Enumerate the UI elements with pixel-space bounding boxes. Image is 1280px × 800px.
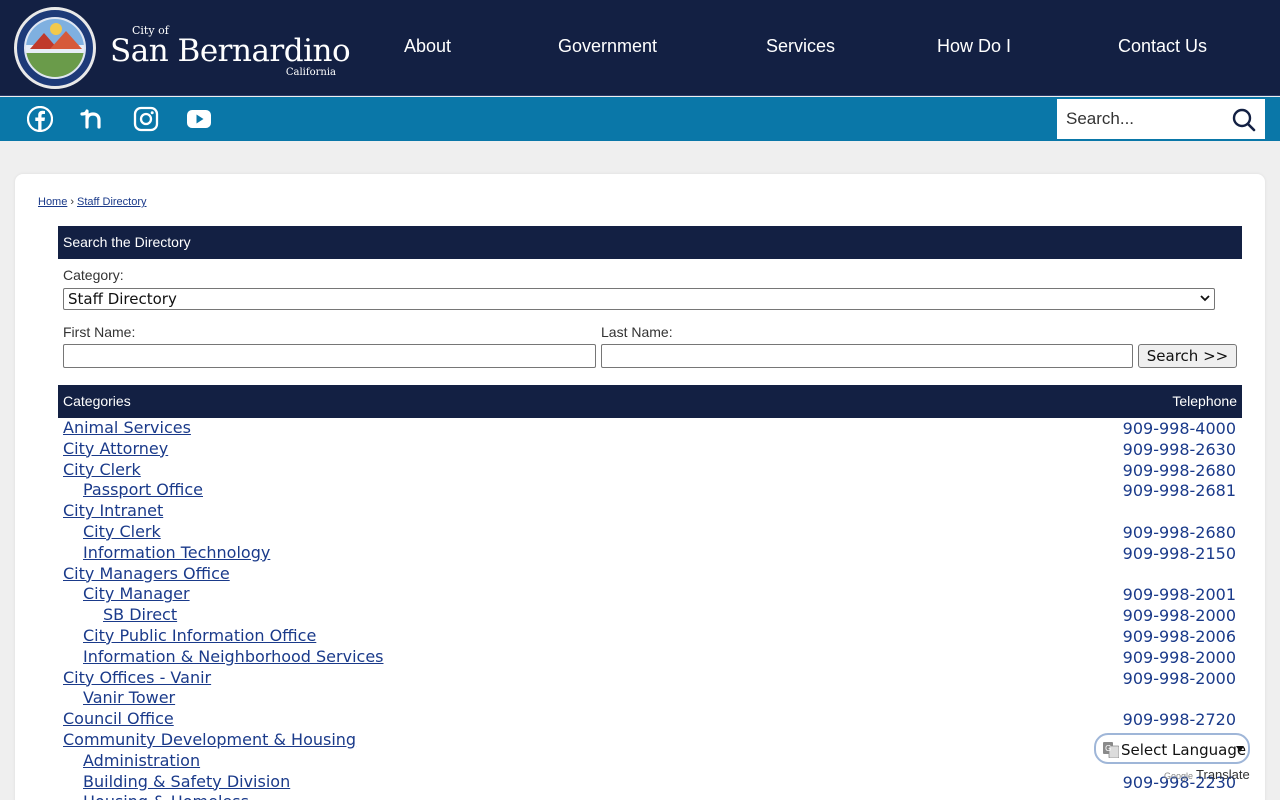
directory-row: Community Development & Housing bbox=[63, 730, 1238, 751]
last-name-label: Last Name: bbox=[601, 324, 673, 340]
breadcrumb-current[interactable]: Staff Directory bbox=[77, 196, 147, 208]
directory-phone: 909-998-2006 bbox=[1122, 626, 1236, 646]
directory-phone: 909-998-2680 bbox=[1122, 460, 1236, 480]
dropdown-arrow-icon bbox=[1236, 746, 1244, 752]
directory-phone: 909-998-2000 bbox=[1122, 668, 1236, 688]
nav-contact-us[interactable]: Contact Us bbox=[1118, 36, 1207, 57]
language-select-label: Select Language bbox=[1121, 741, 1247, 759]
directory-phone: 909-998-2630 bbox=[1122, 439, 1236, 459]
directory-phone: 909-998-2000 bbox=[1122, 606, 1236, 626]
site-search-input[interactable] bbox=[1057, 99, 1227, 139]
directory-entry-link[interactable]: City Offices - Vanir bbox=[63, 668, 211, 687]
category-select-value: Staff Directory bbox=[68, 290, 177, 308]
instagram-icon[interactable] bbox=[133, 106, 159, 132]
category-label: Category: bbox=[63, 267, 124, 283]
directory-entry-link[interactable]: City Attorney bbox=[63, 439, 168, 458]
city-seal-icon bbox=[14, 7, 96, 89]
search-panel-title: Search the Directory bbox=[63, 234, 191, 250]
directory-row: Passport Office 909-998-2681 bbox=[63, 480, 1238, 501]
directory-row: Information & Neighborhood Services 909-9… bbox=[63, 647, 1238, 668]
nav-how-do-i[interactable]: How Do I bbox=[937, 36, 1011, 57]
directory-entry-link[interactable]: Council Office bbox=[63, 709, 174, 728]
directory-entry-link[interactable]: Building & Safety Division bbox=[83, 772, 290, 791]
nav-about[interactable]: About bbox=[404, 36, 451, 57]
brand-name: San Bernardino bbox=[110, 33, 351, 69]
chevron-down-icon bbox=[1200, 295, 1210, 302]
directory-phone: 909-998-4000 bbox=[1122, 419, 1236, 438]
content-card: Home › Staff Directory Search the Director… bbox=[15, 174, 1265, 800]
breadcrumb-separator: › bbox=[70, 196, 75, 208]
directory-phone: 909-998-2150 bbox=[1122, 543, 1236, 563]
directory-entry-link[interactable]: Housing & Homeless bbox=[83, 792, 249, 800]
directory-phone: 909-998-2720 bbox=[1122, 710, 1236, 730]
translate-label[interactable]: Translate bbox=[1196, 767, 1250, 782]
directory-entry-link[interactable]: Administration bbox=[83, 751, 200, 770]
directory-entry-link[interactable]: Passport Office bbox=[83, 480, 203, 499]
directory-entry-link[interactable]: City Clerk bbox=[63, 460, 141, 479]
site-search bbox=[1057, 99, 1265, 139]
directory-entry-link[interactable]: City Manager bbox=[83, 584, 190, 603]
directory-entry-link[interactable]: SB Direct bbox=[103, 605, 177, 624]
directory-phone: 909-998-2681 bbox=[1122, 481, 1236, 501]
first-name-input[interactable] bbox=[63, 344, 596, 368]
directory-row: City Attorney 909-998-2630 bbox=[63, 439, 1238, 460]
language-select[interactable]: G Select Language bbox=[1094, 733, 1250, 764]
search-icon[interactable] bbox=[1231, 107, 1257, 133]
last-name-input[interactable] bbox=[601, 344, 1133, 368]
directory-row: City Intranet bbox=[63, 501, 1238, 522]
site-logo[interactable]: City of San Bernardino California bbox=[14, 7, 351, 89]
directory-entry-link[interactable]: Animal Services bbox=[63, 418, 191, 437]
directory-row: Council Office 909-998-2720 bbox=[63, 709, 1238, 730]
directory-list: Animal Services 909-998-4000 City Attorney… bbox=[63, 418, 1238, 800]
search-directory-button[interactable]: Search >> bbox=[1138, 344, 1237, 368]
powered-by-google: Google Translate bbox=[1164, 767, 1250, 782]
directory-entry-link[interactable]: Information Technology bbox=[83, 543, 270, 562]
directory-row: City Offices - Vanir 909-998-2000 bbox=[63, 668, 1238, 689]
directory-row: Information Technology 909-998-2150 bbox=[63, 543, 1238, 564]
directory-row: Building & Safety Division 909-998-2230 bbox=[63, 772, 1238, 793]
directory-phone: 909-998-2001 bbox=[1122, 585, 1236, 605]
brand-state: California bbox=[285, 67, 336, 78]
search-panel-header: Search the Directory bbox=[58, 226, 1242, 259]
breadcrumb: Home › Staff Directory bbox=[38, 196, 147, 208]
directory-row: Housing & Homeless bbox=[63, 792, 1238, 800]
nav-government[interactable]: Government bbox=[558, 36, 657, 57]
directory-row: City Manager 909-998-2001 bbox=[63, 584, 1238, 605]
directory-entry-link[interactable]: City Clerk bbox=[83, 522, 161, 541]
site-header: City of San Bernardino California About … bbox=[0, 0, 1280, 96]
directory-entry-link[interactable]: City Public Information Office bbox=[83, 626, 316, 645]
svg-text:G: G bbox=[1105, 744, 1111, 753]
category-select[interactable]: Staff Directory bbox=[63, 288, 1215, 310]
nav-services[interactable]: Services bbox=[766, 36, 835, 57]
directory-row: Animal Services 909-998-4000 bbox=[63, 418, 1238, 439]
directory-entry-link[interactable]: Community Development & Housing bbox=[63, 730, 356, 749]
first-name-label: First Name: bbox=[63, 324, 136, 340]
directory-entry-link[interactable]: City Intranet bbox=[63, 501, 163, 520]
directory-phone: 909-998-2680 bbox=[1122, 522, 1236, 542]
directory-row: Vanir Tower bbox=[63, 688, 1238, 709]
directory-row: SB Direct 909-998-2000 bbox=[63, 605, 1238, 626]
brand-wordmark: City of San Bernardino California bbox=[110, 13, 351, 83]
directory-header: Categories Telephone bbox=[58, 385, 1242, 418]
facebook-icon[interactable] bbox=[27, 106, 53, 132]
telephone-column-header: Telephone bbox=[1172, 393, 1237, 409]
google-label: Google bbox=[1164, 771, 1194, 781]
directory-row: Administration bbox=[63, 751, 1238, 772]
directory-phone: 909-998-2000 bbox=[1122, 647, 1236, 667]
categories-column-header: Categories bbox=[63, 393, 131, 409]
breadcrumb-home[interactable]: Home bbox=[38, 196, 67, 208]
directory-row: City Clerk 909-998-2680 bbox=[63, 522, 1238, 543]
youtube-icon[interactable] bbox=[186, 106, 212, 132]
directory-row: City Managers Office bbox=[63, 564, 1238, 585]
directory-entry-link[interactable]: City Managers Office bbox=[63, 564, 230, 583]
nextdoor-icon[interactable] bbox=[80, 106, 106, 132]
directory-row: City Public Information Office 909-998-20… bbox=[63, 626, 1238, 647]
directory-row: City Clerk 909-998-2680 bbox=[63, 460, 1238, 481]
directory-entry-link[interactable]: Information & Neighborhood Services bbox=[83, 647, 384, 666]
directory-entry-link[interactable]: Vanir Tower bbox=[83, 688, 175, 707]
main-nav: About Government Services How Do I Conta… bbox=[350, 0, 1280, 96]
google-translate-icon: G bbox=[1103, 742, 1119, 758]
social-bar bbox=[0, 97, 1280, 141]
